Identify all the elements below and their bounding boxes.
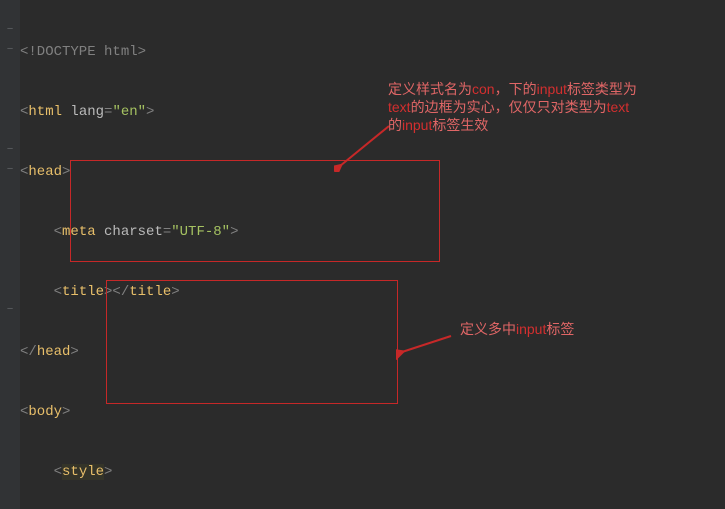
code-line[interactable]: <meta charset="UTF-8"> [20, 222, 297, 242]
fold-icon[interactable]: − [4, 304, 16, 316]
code-line[interactable]: <!DOCTYPE html> [20, 42, 297, 62]
annotation-text-bottom: 定义多中input标签 [460, 320, 574, 338]
code-line[interactable]: <body> [20, 402, 297, 422]
fold-icon[interactable]: − [4, 164, 16, 176]
code-area[interactable]: <!DOCTYPE html> <html lang="en"> <head> … [20, 2, 297, 509]
annotation-text-top: 定义样式名为con，下的input标签类型为 text的边框为实心，仅仅只对类型… [388, 80, 708, 134]
fold-icon[interactable]: − [4, 44, 16, 56]
fold-icon[interactable]: − [4, 24, 16, 36]
arrow-icon [334, 122, 394, 172]
code-line[interactable]: <html lang="en"> [20, 102, 297, 122]
code-line[interactable]: </head> [20, 342, 297, 362]
gutter: − − − − − [0, 0, 20, 509]
code-line[interactable]: <style> [20, 462, 297, 482]
code-line[interactable]: <title></title> [20, 282, 297, 302]
code-editor[interactable]: − − − − − <!DOCTYPE html> <html lang="en… [0, 0, 725, 509]
code-line[interactable]: <head> [20, 162, 297, 182]
arrow-icon [396, 330, 456, 360]
fold-icon[interactable]: − [4, 144, 16, 156]
